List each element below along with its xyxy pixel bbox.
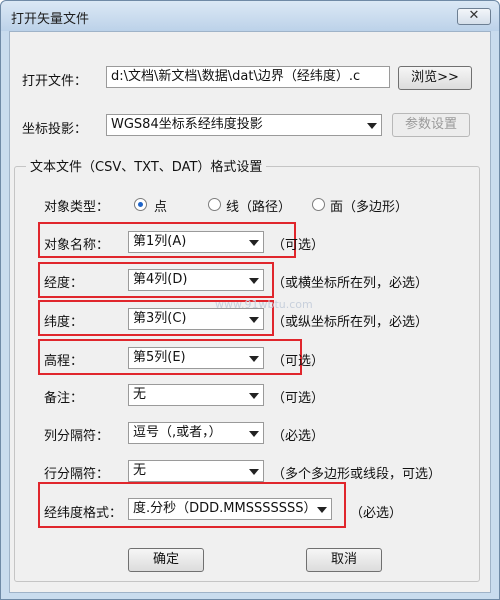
chevron-down-icon	[249, 469, 259, 475]
column-separator-combo[interactable]: 逗号（,或者，）	[128, 422, 264, 444]
row-separator-label: 行分隔符：	[44, 467, 110, 482]
radio-polygon[interactable]	[312, 198, 325, 211]
elevation-note: （可选）	[272, 354, 325, 369]
row-separator-combo[interactable]: 无	[128, 460, 264, 482]
projection-combo[interactable]: WGS84坐标系经纬度投影	[106, 114, 382, 136]
chevron-down-icon	[249, 278, 259, 284]
browse-button[interactable]: 浏览>>	[398, 66, 472, 90]
window-title: 打开矢量文件	[11, 12, 90, 27]
object-name-label: 对象名称：	[44, 238, 110, 253]
cancel-button-label: 取消	[330, 552, 357, 567]
group-title: 文本文件（CSV、TXT、DAT）格式设置	[26, 156, 267, 175]
column-separator-note: （必选）	[272, 429, 325, 444]
close-icon: ✕	[468, 8, 480, 23]
chevron-down-icon	[249, 240, 259, 246]
close-button[interactable]: ✕	[457, 8, 491, 25]
dialog-window: 打开矢量文件 ✕ 打开文件： d:\文档\新文档\数据\dat\边界（经纬度）.…	[0, 0, 500, 600]
row-separator-note: （多个多边形或线段，可选）	[272, 467, 442, 482]
latitude-note: （或纵坐标所在列，必选）	[272, 315, 429, 330]
object-type-label: 对象类型：	[44, 200, 110, 215]
chevron-down-icon	[249, 356, 259, 362]
elevation-value: 第5列(E)	[133, 350, 186, 365]
projection-label: 坐标投影：	[22, 122, 88, 137]
remark-combo[interactable]: 无	[128, 384, 264, 406]
latitude-combo[interactable]: 第3列(C)	[128, 308, 264, 330]
elevation-combo[interactable]: 第5列(E)	[128, 347, 264, 369]
cancel-button[interactable]: 取消	[306, 548, 382, 572]
longitude-note: （或横坐标所在列，必选）	[272, 276, 429, 291]
radio-point[interactable]	[134, 198, 147, 211]
latlon-format-label: 经纬度格式：	[44, 506, 123, 521]
param-settings-button[interactable]: 参数设置	[392, 113, 470, 137]
remark-label: 备注：	[44, 391, 84, 406]
longitude-label: 经度：	[44, 276, 84, 291]
object-name-combo[interactable]: 第1列(A)	[128, 231, 264, 253]
file-path-input[interactable]: d:\文档\新文档\数据\dat\边界（经纬度）.c	[106, 66, 390, 88]
latitude-value: 第3列(C)	[133, 311, 187, 326]
radio-polygon-label: 面（多边形）	[330, 200, 409, 215]
radio-point-label: 点	[154, 200, 168, 215]
browse-button-label: 浏览>>	[411, 70, 459, 85]
chevron-down-icon	[367, 123, 377, 129]
object-name-value: 第1列(A)	[133, 234, 187, 249]
param-settings-label: 参数设置	[404, 117, 457, 132]
longitude-value: 第4列(D)	[133, 272, 188, 287]
latitude-label: 纬度：	[44, 315, 84, 330]
radio-line-label: 线（路径）	[226, 200, 292, 215]
column-separator-label: 列分隔符：	[44, 429, 110, 444]
open-file-label: 打开文件：	[22, 74, 88, 89]
row-separator-value: 无	[133, 463, 147, 478]
latlon-format-value: 度.分秒（DDD.MMSSSSSSS）	[133, 501, 317, 516]
chevron-down-icon	[249, 431, 259, 437]
chevron-down-icon	[317, 507, 327, 513]
file-path-value: d:\文档\新文档\数据\dat\边界（经纬度）.c	[111, 69, 361, 84]
longitude-combo[interactable]: 第4列(D)	[128, 269, 264, 291]
chevron-down-icon	[249, 393, 259, 399]
latlon-format-combo[interactable]: 度.分秒（DDD.MMSSSSSSS）	[128, 498, 332, 520]
object-name-note: （可选）	[272, 238, 325, 253]
remark-note: （可选）	[272, 391, 325, 406]
chevron-down-icon	[249, 317, 259, 323]
title-bar[interactable]: 打开矢量文件 ✕	[1, 1, 499, 31]
elevation-label: 高程：	[44, 354, 84, 369]
radio-line[interactable]	[208, 198, 221, 211]
ok-button[interactable]: 确定	[128, 548, 204, 572]
ok-button-label: 确定	[152, 552, 179, 567]
latlon-format-note: （必选）	[350, 506, 403, 521]
dialog-body: 打开文件： d:\文档\新文档\数据\dat\边界（经纬度）.c 浏览>> 坐标…	[9, 31, 491, 593]
projection-value: WGS84坐标系经纬度投影	[111, 117, 263, 132]
remark-value: 无	[133, 387, 147, 402]
column-separator-value: 逗号（,或者，）	[133, 425, 222, 440]
